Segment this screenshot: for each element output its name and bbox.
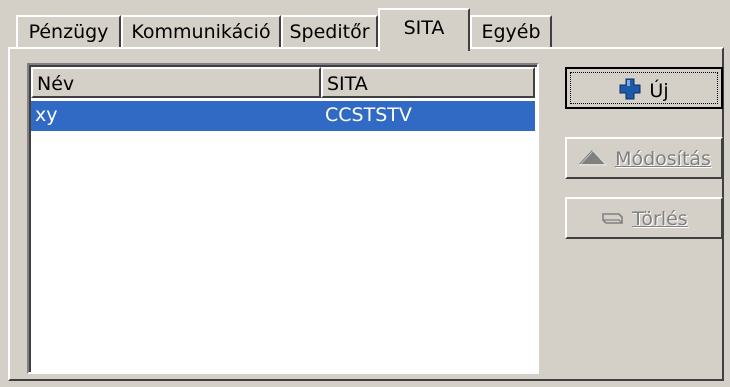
plus-icon [619,78,641,105]
eraser-icon [600,209,624,231]
modify-button[interactable]: Módosítás [565,137,723,179]
cell-nev: xy [35,104,58,126]
tab-sita[interactable]: SITA [378,8,470,51]
tab-label: Speditőr [289,21,370,43]
tab-strip: Pénzügy Kommunikáció Speditőr SITA Egyéb [0,0,730,51]
tab-speditor[interactable]: Speditőr [281,15,378,48]
modify-button-label: Módosítás [615,148,711,170]
cell-sita: CCSTSTV [325,104,412,126]
column-header-nev[interactable]: Név [31,67,321,98]
tab-penzugy[interactable]: Pénzügy [16,15,121,48]
column-header-sita[interactable]: SITA [321,67,535,98]
delete-button-label: Törlés [632,208,688,230]
new-button-label: Új [649,80,669,102]
tab-kommunikacio[interactable]: Kommunikáció [121,15,281,48]
tab-egyeb[interactable]: Egyéb [470,15,552,48]
tab-label: Egyéb [481,21,541,43]
sita-list[interactable]: Név SITA xy CCSTSTV [27,63,539,374]
triangle-up-icon [577,148,607,171]
tab-label: SITA [403,17,445,39]
list-body: Név SITA xy CCSTSTV [29,65,537,372]
new-button[interactable]: Új [565,67,723,109]
tab-label: Pénzügy [28,21,109,43]
tab-label: Kommunikáció [131,21,271,43]
delete-button[interactable]: Törlés [565,197,723,239]
list-row-selected[interactable]: xy CCSTSTV [31,101,535,131]
